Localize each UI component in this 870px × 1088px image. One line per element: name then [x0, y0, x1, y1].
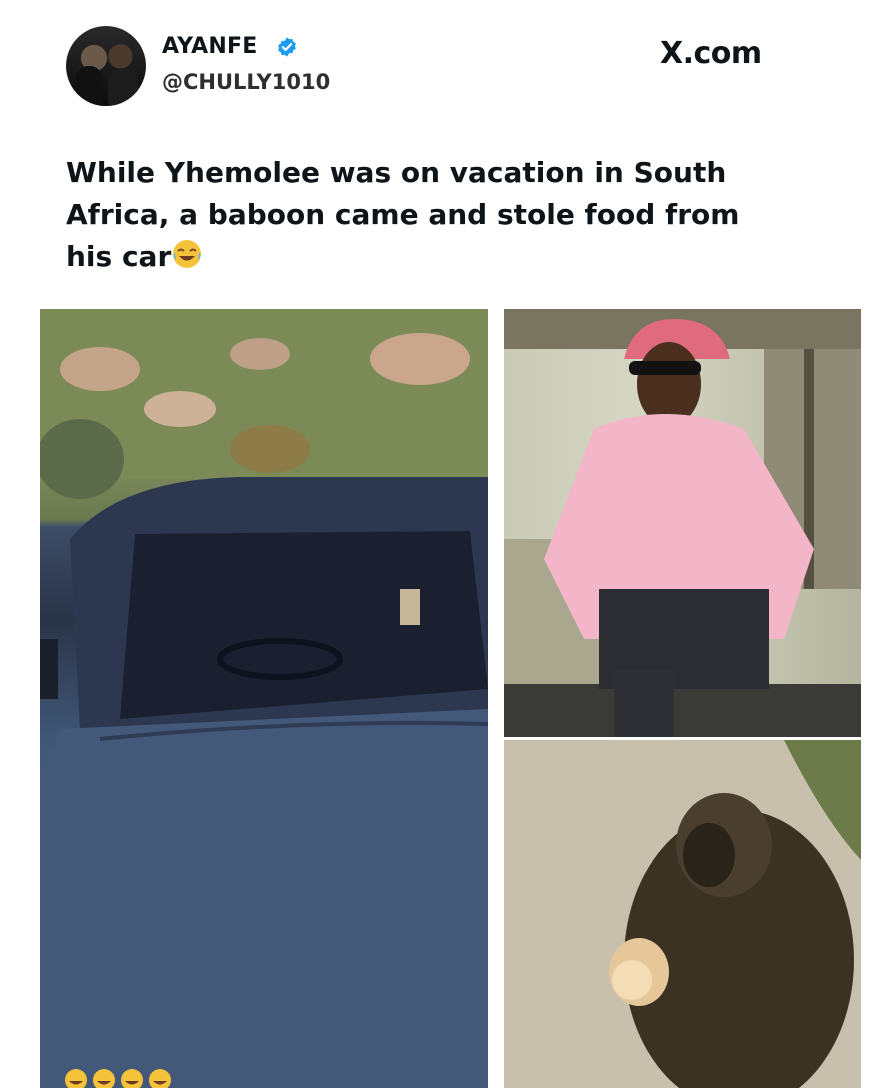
- car-photo-graphic: [40, 309, 488, 1088]
- car-photo[interactable]: [40, 309, 488, 1088]
- post-header: AYANFE @CHULLY1010 X.com: [0, 0, 870, 130]
- baboon-photo-graphic: [504, 740, 861, 1088]
- face-with-tears-of-joy-icon: [173, 240, 202, 268]
- post-text-body: While Yhemolee was on vacation in South …: [66, 156, 740, 273]
- baboon-photo[interactable]: [504, 740, 861, 1088]
- man-photo[interactable]: [504, 309, 861, 737]
- rolling-on-floor-laughing-icon: [93, 1069, 115, 1088]
- author-name[interactable]: AYANFE: [162, 34, 257, 59]
- rolling-on-floor-laughing-icon: [149, 1069, 171, 1088]
- source-label: X.com: [660, 36, 762, 71]
- avatar[interactable]: [66, 26, 146, 106]
- rolling-on-floor-laughing-icon: [121, 1069, 143, 1088]
- rolling-on-floor-laughing-icon: [65, 1069, 87, 1088]
- post-text: While Yhemolee was on vacation in South …: [66, 152, 786, 278]
- author-handle[interactable]: @CHULLY1010: [162, 70, 330, 94]
- verified-badge-icon: [278, 37, 296, 57]
- man-photo-graphic: [504, 309, 861, 737]
- rolling-on-floor-laughing-emojis: [65, 1069, 171, 1088]
